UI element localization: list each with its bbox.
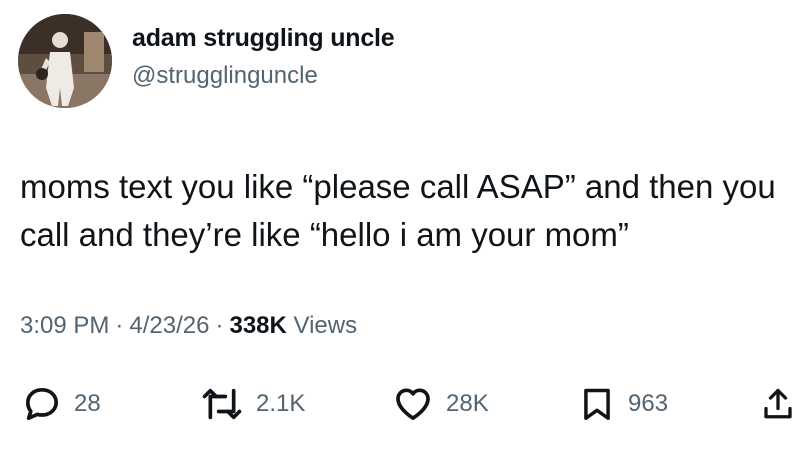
share-icon xyxy=(760,384,796,424)
like-button[interactable]: 28K xyxy=(392,376,489,432)
views-count: 338K xyxy=(229,312,287,339)
reply-count: 28 xyxy=(74,390,101,417)
tweet-date[interactable]: 4/23/26 xyxy=(129,312,209,339)
reply-button[interactable]: 28 xyxy=(22,376,101,432)
bookmark-icon xyxy=(578,384,616,424)
heart-icon xyxy=(392,384,434,424)
repost-count: 2.1K xyxy=(256,390,306,417)
share-button[interactable] xyxy=(760,376,796,432)
bookmark-button[interactable]: 963 xyxy=(578,376,668,432)
avatar[interactable] xyxy=(18,14,112,108)
views-label: Views xyxy=(293,312,358,339)
avatar-image xyxy=(18,14,112,108)
like-count: 28K xyxy=(446,390,489,417)
display-name[interactable]: adam struggling uncle xyxy=(132,24,395,53)
meta-separator: · xyxy=(215,312,224,339)
tweet-meta: 3:09 PM · 4/23/26 · 338K Views xyxy=(20,312,357,340)
bookmark-count: 963 xyxy=(628,390,669,417)
user-handle[interactable]: @strugglinguncle xyxy=(132,62,318,90)
action-bar: 28 2.1K 28K 963 xyxy=(0,376,800,432)
tweet-text: moms text you like “please call ASAP” an… xyxy=(20,168,776,253)
repost-icon xyxy=(200,384,244,424)
repost-button[interactable]: 2.1K xyxy=(200,376,305,432)
tweet-time[interactable]: 3:09 PM xyxy=(20,312,109,339)
reply-icon xyxy=(22,384,62,424)
meta-separator: · xyxy=(115,312,124,339)
